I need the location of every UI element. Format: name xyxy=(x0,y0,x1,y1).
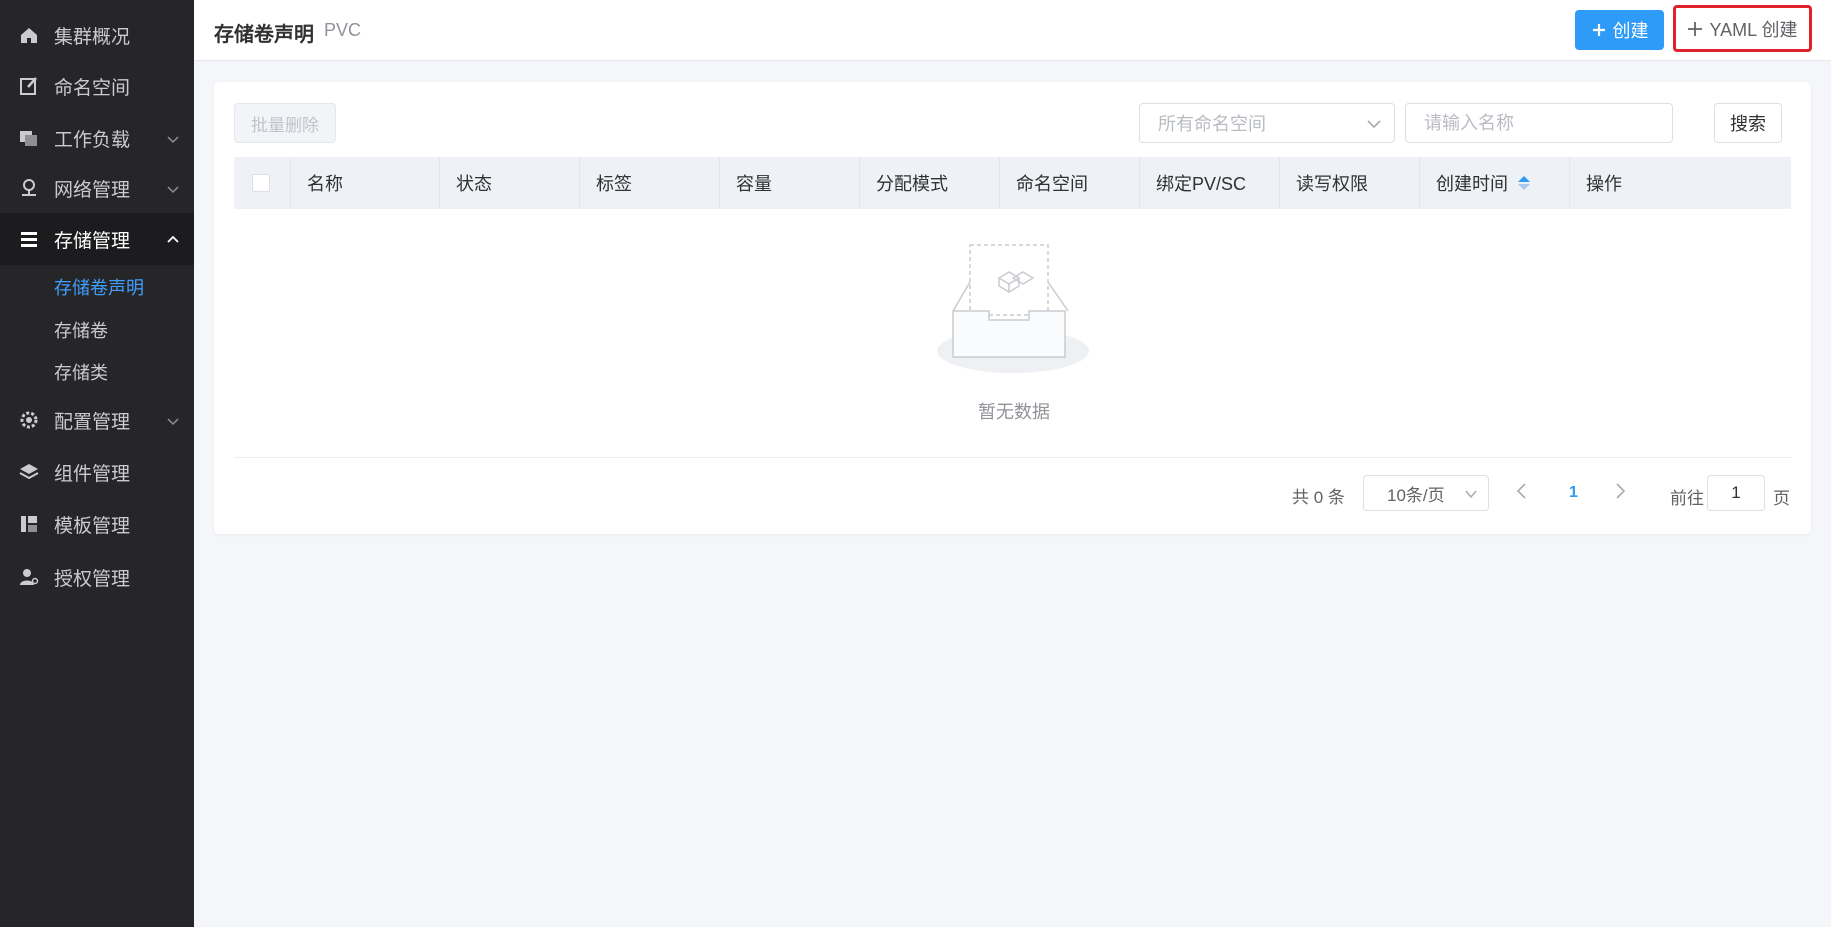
home-icon xyxy=(18,24,40,46)
sidebar-item-label: 网络管理 xyxy=(54,179,131,201)
column-header-namespace[interactable]: 命名空间 xyxy=(1000,157,1140,209)
page-size-select[interactable]: 10条/页 xyxy=(1363,475,1489,511)
namespace-select[interactable]: 所有命名空间 xyxy=(1139,103,1395,143)
column-header-actions: 操作 xyxy=(1586,174,1622,194)
page-subtitle: PVC xyxy=(324,20,362,40)
sidebar-item-label: 模板管理 xyxy=(54,515,131,537)
copy-icon xyxy=(18,127,40,149)
page-size-value: 10条/页 xyxy=(1387,485,1445,505)
yaml-create-button-label: YAML 创建 xyxy=(1709,19,1798,40)
sidebar-item-namespace[interactable]: 命名空间 xyxy=(0,60,194,112)
column-header-created-time-label: 创建时间 xyxy=(1436,174,1508,194)
create-button[interactable]: 创建 xyxy=(1575,10,1664,50)
sidebar-item-label: 授权管理 xyxy=(54,568,131,590)
sidebar-item-label: 组件管理 xyxy=(54,463,131,485)
column-header-name[interactable]: 名称 xyxy=(291,157,440,209)
column-header-access-mode[interactable]: 读写权限 xyxy=(1280,157,1420,209)
sidebar-item-config[interactable]: 配置管理 xyxy=(0,394,194,446)
page-number-current[interactable]: 1 xyxy=(1569,484,1578,502)
sidebar-subitem-pv[interactable]: 存储卷 xyxy=(0,309,194,351)
column-header-labels[interactable]: 标签 xyxy=(580,157,720,209)
column-header-bound-pv-sc[interactable]: 绑定PV/SC xyxy=(1140,157,1280,209)
yaml-create-button[interactable]: YAML 创建 xyxy=(1673,5,1812,52)
layers-icon xyxy=(18,461,40,483)
sidebar-subitem-label: 存储卷 xyxy=(54,321,108,341)
sidebar-item-label: 集群概况 xyxy=(54,26,131,48)
plus-icon xyxy=(1688,21,1703,36)
chevron-right-icon xyxy=(1616,483,1626,499)
sort-icon[interactable] xyxy=(1518,176,1530,190)
create-button-label: 创建 xyxy=(1612,21,1649,41)
pagination-total: 共 0 条 xyxy=(1292,488,1345,507)
table-header: 名称 状态 标签 容量 分配模式 命名空间 绑定PV/SC 读写权限 创建时间 … xyxy=(234,157,1791,209)
select-all-checkbox[interactable] xyxy=(252,174,270,192)
sidebar-subitem-storage-class[interactable]: 存储类 xyxy=(0,351,194,393)
table-divider xyxy=(234,457,1791,458)
page-title: 存储卷声明 xyxy=(214,24,314,46)
plus-icon xyxy=(1592,24,1605,36)
empty-state-text: 暂无数据 xyxy=(978,402,1050,422)
sidebar-item-label: 配置管理 xyxy=(54,411,131,433)
sidebar-subitem-label: 存储卷声明 xyxy=(54,278,144,298)
chevron-down-icon xyxy=(166,180,180,202)
sidebar: 集群概况 命名空间 工作负载 网络管理 存储管理 存储卷声明 存储卷 存储类 配… xyxy=(0,0,194,927)
goto-label: 前往 xyxy=(1670,489,1704,508)
gear-icon xyxy=(18,409,40,431)
select-all-cell xyxy=(234,157,291,209)
sidebar-item-label: 存储管理 xyxy=(54,230,131,252)
chevron-down-icon xyxy=(1366,116,1382,137)
chevron-up-icon xyxy=(166,231,180,253)
chevron-down-icon xyxy=(166,130,180,152)
sidebar-item-storage[interactable]: 存储管理 xyxy=(0,213,194,265)
page-header: 存储卷声明 PVC 创建 YAML 创建 xyxy=(194,0,1831,61)
sidebar-subitem-label: 存储类 xyxy=(54,363,108,383)
sidebar-item-workload[interactable]: 工作负载 xyxy=(0,112,194,164)
sidebar-item-network[interactable]: 网络管理 xyxy=(0,162,194,214)
chevron-down-icon xyxy=(1464,486,1478,506)
column-header-allocation-mode[interactable]: 分配模式 xyxy=(860,157,1000,209)
network-icon xyxy=(18,177,40,199)
batch-delete-button[interactable]: 批量删除 xyxy=(234,103,336,143)
column-header-status[interactable]: 状态 xyxy=(440,157,580,209)
chevron-left-icon xyxy=(1516,483,1526,499)
page-unit-label: 页 xyxy=(1773,489,1790,508)
sidebar-item-cluster-overview[interactable]: 集群概况 xyxy=(0,9,194,61)
column-header-capacity[interactable]: 容量 xyxy=(720,157,860,209)
sidebar-item-label: 命名空间 xyxy=(54,77,131,99)
user-key-icon xyxy=(18,566,40,588)
name-search-input[interactable] xyxy=(1405,103,1673,143)
empty-box-icon xyxy=(937,244,1089,373)
sidebar-item-components[interactable]: 组件管理 xyxy=(0,446,194,498)
next-page-button[interactable] xyxy=(1612,482,1628,505)
chevron-down-icon xyxy=(166,412,180,434)
edit-icon xyxy=(18,75,40,97)
sidebar-item-templates[interactable]: 模板管理 xyxy=(0,498,194,550)
goto-page-input[interactable] xyxy=(1707,475,1765,511)
template-icon xyxy=(18,513,40,535)
namespace-select-placeholder: 所有命名空间 xyxy=(1158,114,1266,134)
prev-page-button[interactable] xyxy=(1514,482,1530,505)
pvc-list-card: 批量删除 所有命名空间 搜索 名称 状态 标签 容量 分配模式 命名空间 绑定P… xyxy=(214,82,1811,534)
storage-icon xyxy=(18,228,40,250)
sidebar-subitem-pvc[interactable]: 存储卷声明 xyxy=(0,266,194,308)
column-header-created-time[interactable]: 创建时间 xyxy=(1420,157,1570,209)
search-button[interactable]: 搜索 xyxy=(1714,103,1782,143)
sidebar-item-authorization[interactable]: 授权管理 xyxy=(0,551,194,603)
sidebar-item-label: 工作负载 xyxy=(54,129,131,151)
